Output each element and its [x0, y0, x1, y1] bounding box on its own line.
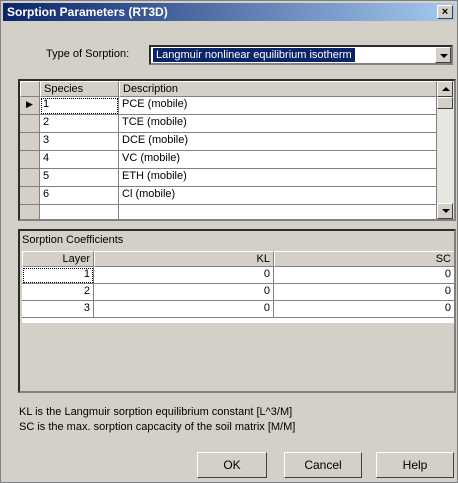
dropdown-arrow-button[interactable] [435, 47, 451, 63]
sc-cell[interactable]: 0 [274, 267, 454, 284]
kl-header[interactable]: KL [94, 251, 274, 267]
row-indicator[interactable] [20, 133, 40, 151]
row-indicator[interactable] [20, 169, 40, 187]
layer-header[interactable]: Layer [22, 251, 94, 267]
description-cell[interactable]: DCE (mobile) [119, 133, 437, 151]
sorption-type-value: Langmuir nonlinear equilibrium isotherm [153, 48, 355, 62]
species-table[interactable]: Species Description ▶ 1 PCE (mobile) 2 T… [18, 79, 456, 221]
window-title: Sorption Parameters (RT3D) [7, 5, 168, 19]
layer-cell[interactable]: 2 [22, 284, 94, 301]
row-indicator[interactable] [20, 151, 40, 169]
chevron-up-icon [442, 87, 450, 91]
chevron-down-icon [440, 54, 448, 58]
help-button[interactable]: Help [376, 452, 454, 478]
kl-cell[interactable]: 0 [94, 284, 274, 301]
species-cell[interactable]: 4 [40, 151, 119, 169]
ok-button[interactable]: OK [197, 452, 267, 478]
species-cell[interactable]: 3 [40, 133, 119, 151]
layer-cell[interactable]: 3 [22, 301, 94, 318]
species-header[interactable]: Species [40, 81, 119, 97]
kl-cell[interactable]: 0 [94, 267, 274, 284]
description-cell-empty[interactable] [119, 205, 437, 219]
species-table-scrollbar[interactable] [437, 81, 454, 219]
description-cell[interactable]: PCE (mobile) [119, 97, 437, 115]
row-indicator[interactable] [20, 115, 40, 133]
kl-description: KL is the Langmuir sorption equilibrium … [19, 406, 293, 418]
table-corner [20, 81, 40, 97]
sc-cell[interactable]: 0 [274, 301, 454, 318]
description-header[interactable]: Description [119, 81, 437, 97]
sc-cell[interactable]: 0 [274, 284, 454, 301]
row-indicator[interactable] [20, 205, 40, 219]
sc-description: SC is the max. sorption capcacity of the… [19, 421, 296, 433]
close-button[interactable]: × [437, 5, 453, 19]
scroll-up-button[interactable] [437, 81, 453, 97]
row-indicator[interactable] [20, 187, 40, 205]
species-cell[interactable]: 6 [40, 187, 119, 205]
sorption-coefficients-panel: Sorption Coefficients Layer KL SC 1 0 0 … [18, 229, 456, 393]
scroll-down-button[interactable] [437, 203, 453, 219]
title-bar[interactable]: Sorption Parameters (RT3D) × [3, 3, 455, 21]
chevron-down-icon [442, 209, 450, 213]
description-cell[interactable]: ETH (mobile) [119, 169, 437, 187]
description-cell[interactable]: VC (mobile) [119, 151, 437, 169]
sc-header[interactable]: SC [274, 251, 454, 267]
layer-cell[interactable]: 1 [22, 267, 94, 284]
sorption-parameters-dialog: Sorption Parameters (RT3D) × Type of Sor… [0, 0, 458, 483]
cancel-button[interactable]: Cancel [284, 452, 362, 478]
species-cell[interactable]: 2 [40, 115, 119, 133]
kl-cell[interactable]: 0 [94, 301, 274, 318]
description-cell[interactable]: TCE (mobile) [119, 115, 437, 133]
scroll-thumb[interactable] [437, 97, 453, 109]
description-cell[interactable]: Cl (mobile) [119, 187, 437, 205]
species-cell[interactable]: 5 [40, 169, 119, 187]
sorption-type-label: Type of Sorption: [46, 48, 130, 60]
current-row-indicator-icon[interactable]: ▶ [20, 97, 40, 115]
coefficients-table[interactable]: Layer KL SC 1 0 0 2 0 0 3 0 0 [22, 251, 454, 323]
species-cell[interactable]: 1 [40, 97, 119, 115]
coefficients-title: Sorption Coefficients [22, 234, 124, 246]
sorption-type-dropdown[interactable]: Langmuir nonlinear equilibrium isotherm [149, 45, 453, 65]
species-cell-empty[interactable] [40, 205, 119, 219]
